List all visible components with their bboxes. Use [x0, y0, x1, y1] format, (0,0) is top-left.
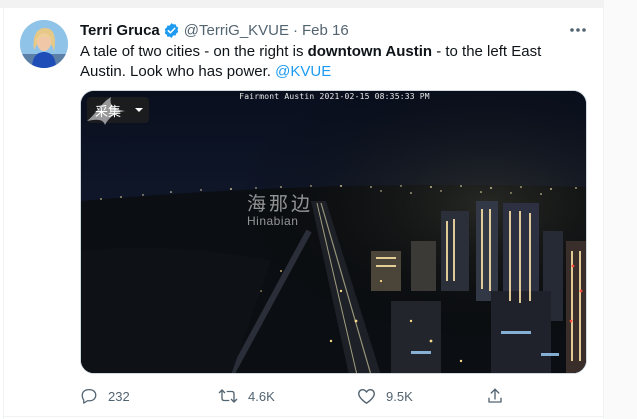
- top-strip: [0, 0, 637, 8]
- camera-caption: Fairmont Austin 2021-02-15 08:35:33 PM: [239, 92, 430, 101]
- verified-badge-icon: [163, 22, 180, 39]
- reply-button[interactable]: 232: [80, 386, 130, 406]
- tweet-divider: [4, 416, 603, 417]
- tweet-media[interactable]: Fairmont Austin 2021-02-15 08:35:33 PM 采…: [80, 90, 587, 374]
- author-name[interactable]: Terri Gruca: [80, 22, 160, 39]
- watermark: 海那边 Hinabian: [247, 189, 313, 228]
- like-count: 9.5K: [386, 388, 413, 404]
- more-icon[interactable]: [566, 22, 590, 38]
- tweet-header: Terri Gruca @TerriG_KVUE · Feb 16: [80, 20, 349, 40]
- mention-link[interactable]: @KVUE: [275, 63, 331, 80]
- reply-count: 232: [108, 388, 130, 404]
- night-city-photo: [81, 91, 586, 373]
- retweet-icon: [218, 389, 238, 403]
- tweet-text: A tale of two cities - on the right is d…: [80, 42, 590, 82]
- chevron-down-icon: [135, 108, 144, 112]
- tweet-text-bold: downtown Austin: [307, 43, 433, 60]
- tweet-text-part1: A tale of two cities - on the right is: [80, 43, 308, 60]
- avatar[interactable]: [20, 20, 68, 68]
- share-icon: [488, 388, 502, 403]
- separator-dot: ·: [293, 21, 299, 39]
- reply-icon: [81, 388, 97, 404]
- author-handle[interactable]: @TerriG_KVUE: [184, 22, 289, 39]
- tweet-date[interactable]: Feb 16: [302, 22, 349, 39]
- watermark-cn: 海那边: [247, 194, 314, 215]
- watermark-en: Hinabian: [247, 214, 299, 228]
- share-button[interactable]: [486, 386, 504, 406]
- timeline-left-border: [3, 0, 4, 419]
- like-icon: [358, 388, 375, 404]
- right-pane: [604, 0, 637, 419]
- retweet-button[interactable]: 4.6K: [218, 386, 275, 406]
- tweet-actions: 232 4.6K 9.5K: [80, 386, 510, 406]
- retweet-count: 4.6K: [248, 388, 275, 404]
- like-button[interactable]: 9.5K: [357, 386, 413, 406]
- watermark-bird-icon: [87, 97, 125, 125]
